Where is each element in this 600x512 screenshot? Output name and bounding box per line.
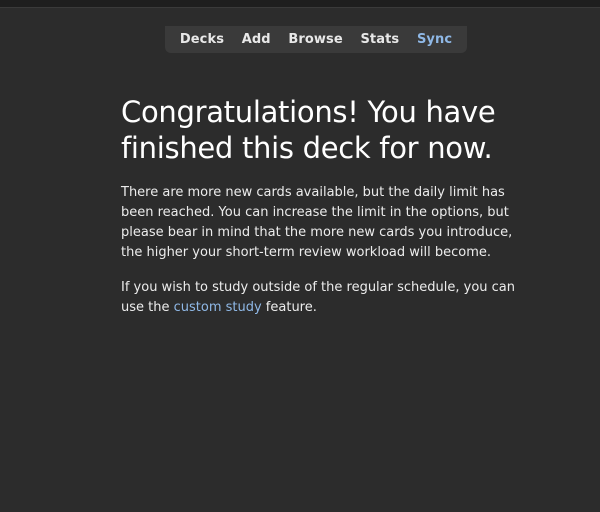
congrats-content: Congratulations! You have finished this …: [121, 94, 526, 333]
congrats-title: Congratulations! You have finished this …: [121, 95, 496, 165]
limit-message: There are more new cards available, but …: [121, 185, 513, 260]
custom-study-link[interactable]: custom study: [174, 300, 262, 315]
toolbar-sync-button[interactable]: Sync: [411, 30, 458, 49]
toolbar-decks-button[interactable]: Decks: [174, 30, 230, 49]
toolbar-stats-button[interactable]: Stats: [354, 30, 405, 49]
custom-study-message: If you wish to study outside of the regu…: [121, 278, 526, 318]
toolbar-browse-button[interactable]: Browse: [282, 30, 348, 49]
main-toolbar: Decks Add Browse Stats Sync: [165, 26, 467, 53]
toolbar-add-button[interactable]: Add: [236, 30, 277, 49]
window-top-border: [0, 0, 600, 8]
custom-study-suffix: feature.: [261, 300, 317, 315]
